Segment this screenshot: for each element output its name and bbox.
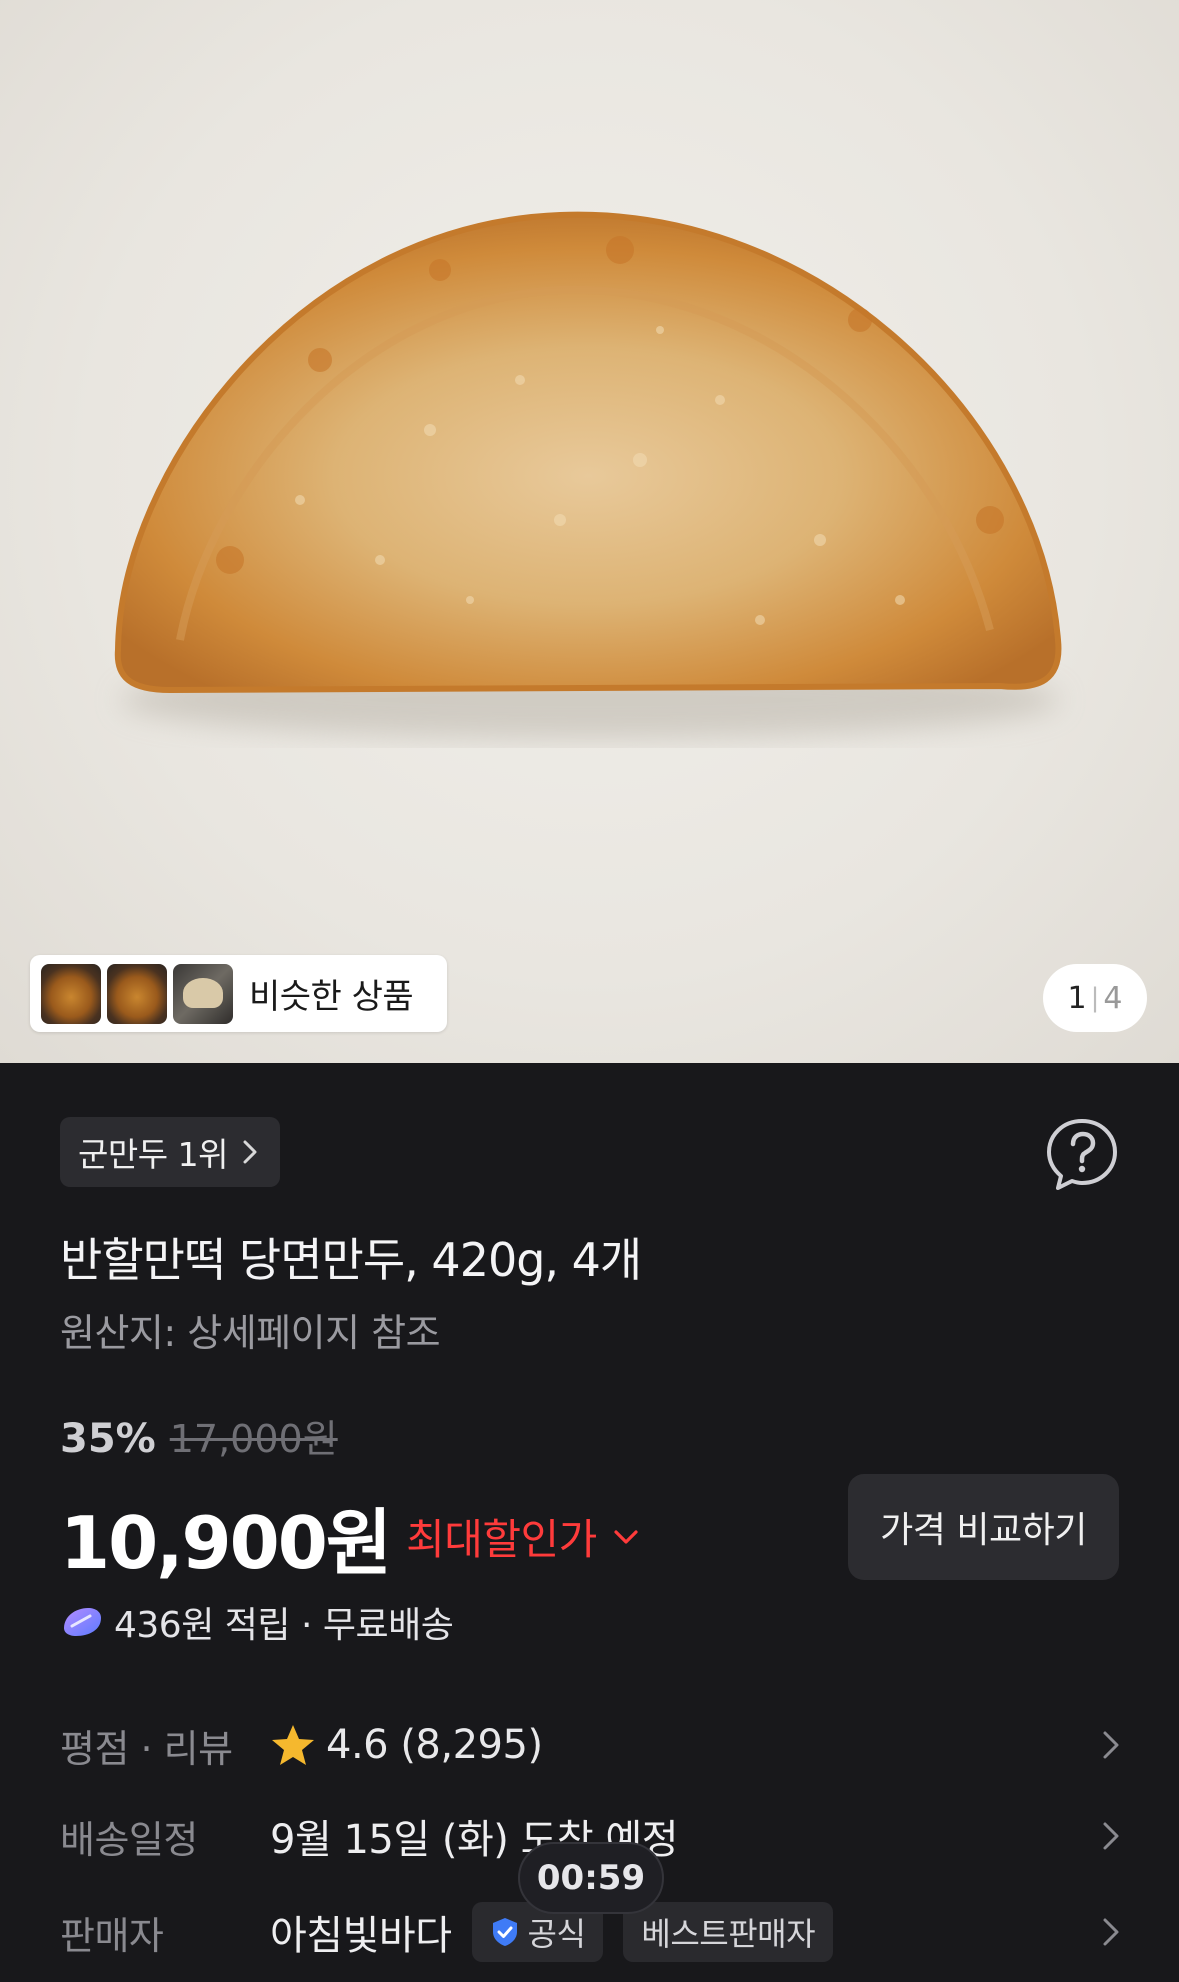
image-index: 1 xyxy=(1067,980,1087,1016)
rating-label: 평점 · 리뷰 xyxy=(60,1726,233,1771)
category-rank-chip[interactable]: 군만두 1위 xyxy=(60,1117,280,1187)
points-coin-icon xyxy=(64,1608,101,1636)
chevron-right-icon xyxy=(1103,1822,1119,1850)
chevron-right-icon xyxy=(1103,1918,1119,1946)
discount-row: 35% 17,000원 xyxy=(60,1408,338,1463)
similar-products-button[interactable]: 비슷한 상품 xyxy=(30,955,447,1032)
rating-value-group: 4.6 (8,295) xyxy=(270,1722,543,1768)
rating-value: 4.6 (8,295) xyxy=(326,1722,543,1768)
image-counter: 1 | 4 xyxy=(1043,964,1147,1032)
official-badge-label: 공식 xyxy=(527,1915,586,1953)
chevron-right-icon xyxy=(243,1140,257,1164)
product-image-gallery[interactable]: 비슷한 상품 1 | 4 xyxy=(0,0,1179,1063)
rating-review-row[interactable]: 평점 · 리뷰 4.6 (8,295) xyxy=(60,1715,1120,1775)
points-shipping-text: 436원 적립 · 무료배송 xyxy=(114,1605,454,1646)
chevron-down-icon[interactable] xyxy=(613,1529,639,1545)
verified-shield-icon xyxy=(492,1918,517,1946)
help-bubble-icon[interactable] xyxy=(1044,1116,1120,1192)
similar-thumbnail xyxy=(107,963,167,1024)
best-seller-badge: 베스트판매자 xyxy=(623,1902,834,1962)
sale-price: 10,900원 xyxy=(60,1501,392,1585)
shipping-label: 배송일정 xyxy=(60,1817,198,1862)
rank-chip-label: 군만두 1위 xyxy=(78,1135,228,1174)
product-title: 반할만떡 당면만두, 420g, 4개 xyxy=(60,1233,642,1287)
seller-label: 판매자 xyxy=(60,1913,164,1958)
similar-thumbnail xyxy=(41,963,101,1024)
chevron-right-icon xyxy=(1103,1731,1119,1759)
product-origin: 원산지: 상세페이지 참조 xyxy=(60,1311,441,1355)
discount-rate: 35% xyxy=(60,1416,156,1462)
compare-price-button[interactable]: 가격 비교하기 xyxy=(848,1474,1119,1580)
seller-name: 아침빛바다 xyxy=(270,1913,452,1959)
max-discount-link[interactable]: 최대할인가 xyxy=(406,1506,597,1567)
original-price: 17,000원 xyxy=(169,1417,338,1461)
image-total: 4 xyxy=(1103,980,1123,1016)
similar-thumbnail xyxy=(173,963,233,1024)
star-icon xyxy=(272,1725,314,1765)
price-row: 10,900원 최대할인가 xyxy=(60,1484,639,1589)
countdown-timer: 00:59 xyxy=(518,1842,664,1914)
similar-products-label: 비슷한 상품 xyxy=(249,977,414,1017)
counter-separator: | xyxy=(1090,983,1100,1013)
product-photo xyxy=(114,211,1062,740)
points-shipping-row: 436원 적립 · 무료배송 xyxy=(60,1596,454,1648)
